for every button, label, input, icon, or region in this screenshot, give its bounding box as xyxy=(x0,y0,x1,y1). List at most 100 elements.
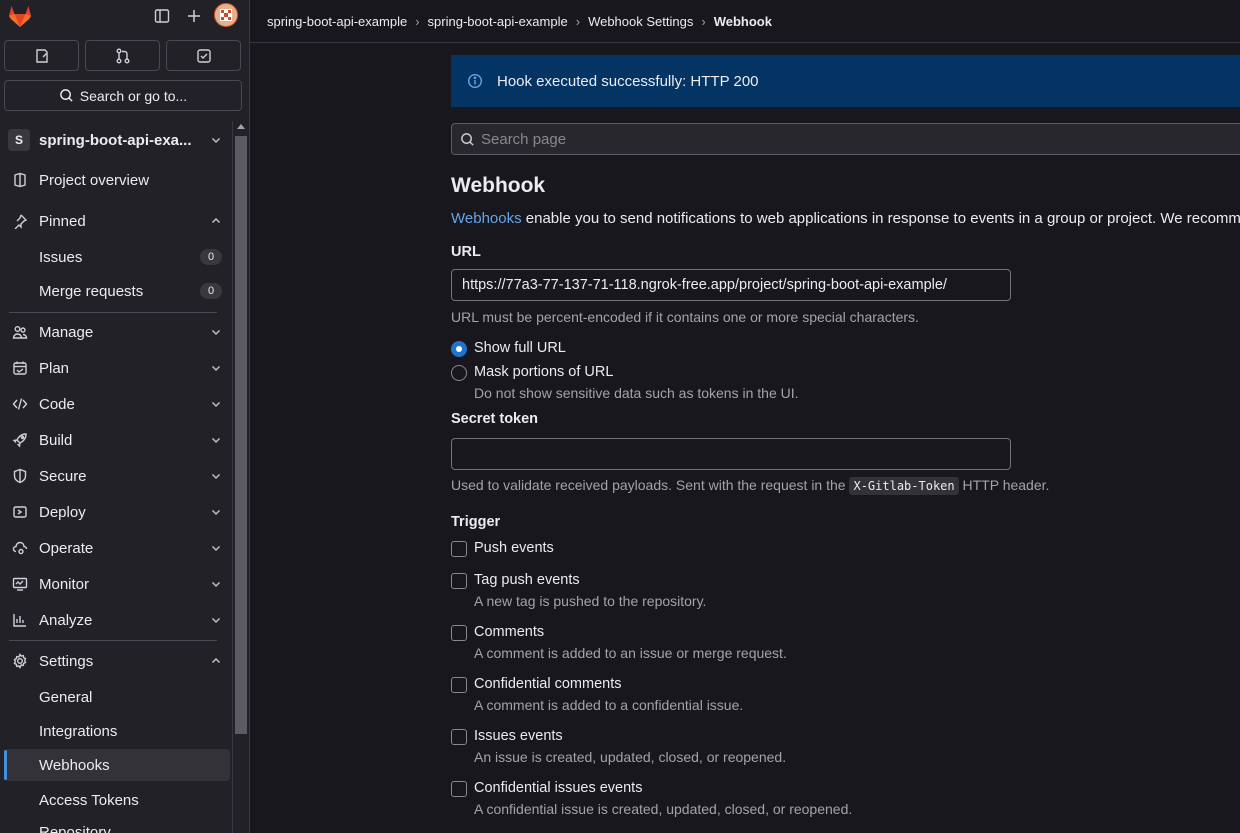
chevron-right-icon: › xyxy=(415,13,420,29)
sidebar-item-operate[interactable]: Operate xyxy=(4,532,230,564)
url-input[interactable] xyxy=(451,269,1011,301)
sidebar-item-pinned[interactable]: Pinned xyxy=(4,205,230,237)
plus-icon[interactable] xyxy=(184,6,204,26)
code-icon xyxy=(10,394,30,414)
chevron-down-icon xyxy=(208,396,224,412)
confidential-issues-events-label[interactable]: Confidential issues events xyxy=(474,780,642,796)
sidebar-item-plan[interactable]: Plan xyxy=(4,352,230,384)
sidebar-item-secure[interactable]: Secure xyxy=(4,460,230,492)
rocket-icon xyxy=(10,430,30,450)
gear-icon xyxy=(10,651,30,671)
issues-events-label[interactable]: Issues events xyxy=(474,728,563,744)
sidebar-item-build[interactable]: Build xyxy=(4,424,230,456)
mask-url-label[interactable]: Mask portions of URL xyxy=(474,364,613,380)
calendar-icon xyxy=(10,358,30,378)
tag-push-events-help: A new tag is pushed to the repository. xyxy=(474,593,707,609)
sidebar-scroll-thumb[interactable] xyxy=(235,136,247,734)
comments-checkbox[interactable] xyxy=(451,625,467,641)
page-description: Webhooks enable you to send notification… xyxy=(451,210,1240,227)
sidebar-item-label: Merge requests xyxy=(39,282,144,300)
issues-icon xyxy=(35,48,48,63)
sidebar-item-deploy[interactable]: Deploy xyxy=(4,496,230,528)
sidebar-header xyxy=(0,0,249,36)
gitlab-logo-icon[interactable] xyxy=(7,3,33,29)
sidebar-item-general[interactable]: General xyxy=(4,681,230,713)
sidebar-item-project-overview[interactable]: Project overview xyxy=(4,164,230,196)
sidebar-item-label: Code xyxy=(39,395,75,413)
cloud-gear-icon xyxy=(10,538,30,558)
chevron-down-icon xyxy=(208,576,224,592)
main-content: Hook executed successfully: HTTP 200 Web… xyxy=(451,0,1240,833)
tag-push-events-checkbox[interactable] xyxy=(451,573,467,589)
confidential-comments-label[interactable]: Confidential comments xyxy=(474,676,622,692)
secret-token-label: Secret token xyxy=(451,411,539,427)
search-icon xyxy=(461,132,474,146)
sidebar-item-issues[interactable]: Issues 0 xyxy=(4,241,230,273)
todo-icon xyxy=(196,48,211,63)
chevron-down-icon xyxy=(208,360,224,376)
sidebar: Search or go to... S spring-boot-api-exa… xyxy=(0,0,250,833)
project-name: spring-boot-api-exa... xyxy=(39,131,192,149)
merge-requests-shortcut-button[interactable] xyxy=(85,40,160,71)
project-avatar: S xyxy=(8,129,30,151)
url-help-text: URL must be percent-encoded if it contai… xyxy=(451,309,919,325)
search-page-input[interactable] xyxy=(475,129,1240,149)
user-avatar[interactable] xyxy=(214,3,238,27)
search-page-field[interactable] xyxy=(451,123,1240,155)
breadcrumb-item-group[interactable]: spring-boot-api-example xyxy=(267,14,407,29)
sidebar-item-webhooks[interactable]: Webhooks xyxy=(4,749,230,781)
show-full-url-radio[interactable] xyxy=(451,341,467,357)
chevron-down-icon xyxy=(208,324,224,340)
merge-request-icon xyxy=(116,48,129,63)
confidential-comments-checkbox[interactable] xyxy=(451,677,467,693)
users-icon xyxy=(10,322,30,342)
secret-token-input[interactable] xyxy=(451,438,1011,470)
sidebar-item-label: Monitor xyxy=(39,575,90,593)
tag-push-events-label[interactable]: Tag push events xyxy=(474,572,580,588)
sidebar-item-integrations[interactable]: Integrations xyxy=(4,715,230,747)
sidebar-item-analyze[interactable]: Analyze xyxy=(4,604,230,636)
push-events-checkbox[interactable] xyxy=(451,541,467,557)
secret-header-code: X-Gitlab-Token xyxy=(849,477,959,495)
issues-shortcut-button[interactable] xyxy=(4,40,79,71)
sidebar-item-label: Analyze xyxy=(39,611,93,629)
chevron-down-icon xyxy=(208,132,224,148)
secret-help-suffix: HTTP header. xyxy=(958,477,1050,493)
push-events-label[interactable]: Push events xyxy=(474,540,554,556)
confidential-issues-events-help: A confidential issue is created, updated… xyxy=(474,801,853,817)
show-full-url-label[interactable]: Show full URL xyxy=(474,340,566,356)
confidential-issues-events-checkbox[interactable] xyxy=(451,781,467,797)
sidebar-item-merge-requests[interactable]: Merge requests 0 xyxy=(4,275,230,307)
merge-requests-count-badge: 0 xyxy=(200,283,222,299)
scroll-up-icon[interactable] xyxy=(237,124,245,129)
confidential-comments-help: A comment is added to a confidential iss… xyxy=(474,697,744,713)
sidebar-item-access-tokens[interactable]: Access Tokens xyxy=(4,784,230,816)
mask-url-radio[interactable] xyxy=(451,365,467,381)
project-switcher[interactable]: S spring-boot-api-exa... xyxy=(4,124,230,156)
chevron-down-icon xyxy=(208,612,224,628)
issues-events-checkbox[interactable] xyxy=(451,729,467,745)
comments-label[interactable]: Comments xyxy=(474,624,544,640)
sidebar-item-repository[interactable]: Repository xyxy=(4,816,230,833)
search-or-go-to-button[interactable]: Search or go to... xyxy=(4,80,242,111)
search-icon xyxy=(59,89,73,102)
sidebar-item-label: Integrations xyxy=(39,722,118,740)
webhooks-docs-link[interactable]: Webhooks xyxy=(451,210,522,227)
sidebar-item-manage[interactable]: Manage xyxy=(4,316,230,348)
sidebar-item-settings[interactable]: Settings xyxy=(4,645,230,677)
info-icon xyxy=(467,73,483,89)
sidebar-item-label: Settings xyxy=(39,652,94,670)
page-description-text: enable you to send notifications to web … xyxy=(521,210,1240,227)
chevron-down-icon xyxy=(208,468,224,484)
sidebar-item-code[interactable]: Code xyxy=(4,388,230,420)
active-indicator xyxy=(4,750,7,780)
chevron-up-icon xyxy=(208,653,224,669)
sidebar-toggle-icon[interactable] xyxy=(152,6,172,26)
chevron-down-icon xyxy=(208,432,224,448)
sidebar-item-label: Build xyxy=(39,431,73,449)
todos-shortcut-button[interactable] xyxy=(166,40,241,71)
search-or-go-to-label: Search or go to... xyxy=(79,87,188,104)
sidebar-item-monitor[interactable]: Monitor xyxy=(4,568,230,600)
sidebar-item-label: Deploy xyxy=(39,503,86,521)
sidebar-item-label: Manage xyxy=(39,323,94,341)
